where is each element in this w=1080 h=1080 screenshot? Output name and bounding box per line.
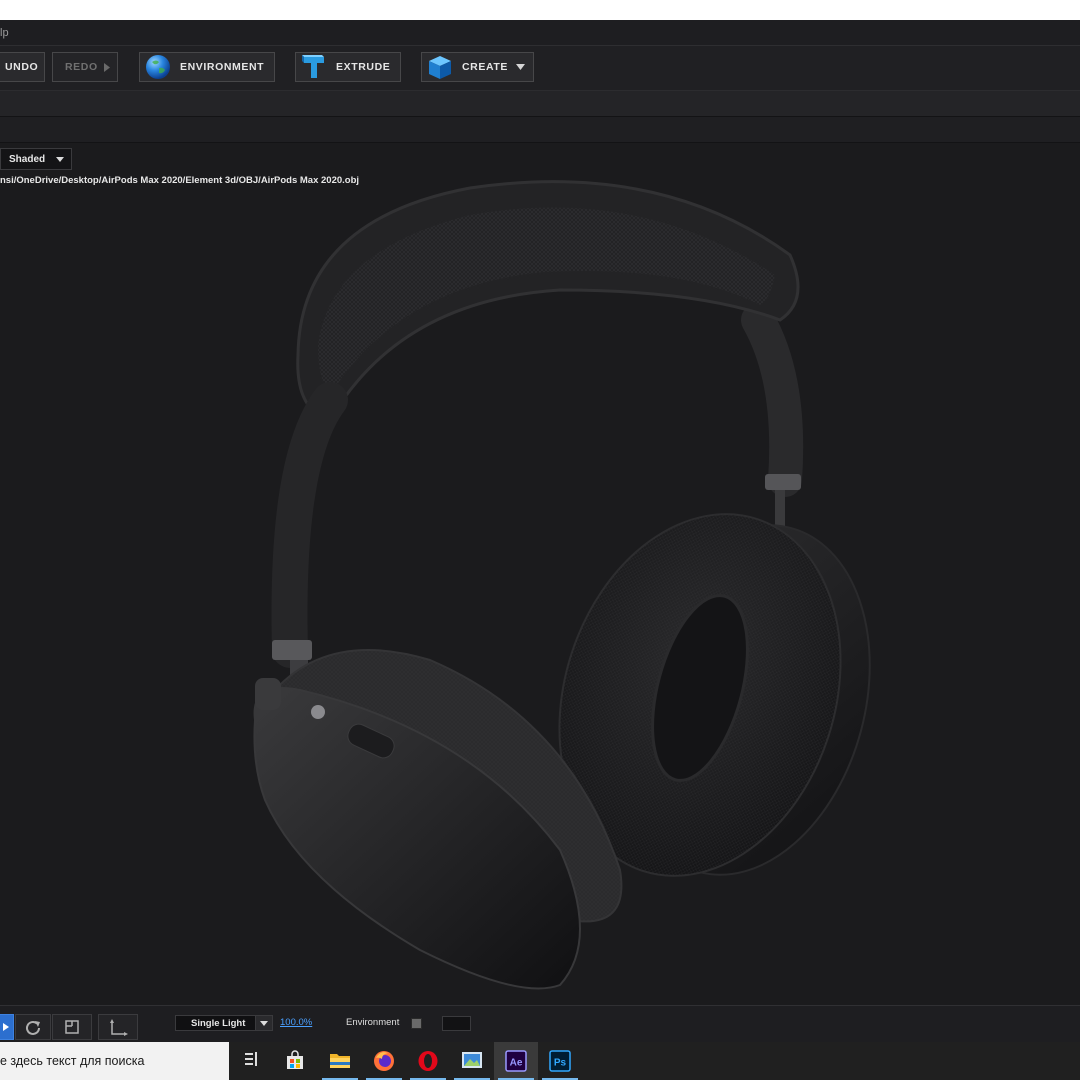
chevron-down-icon bbox=[56, 157, 64, 162]
rotate-tool-button[interactable] bbox=[15, 1014, 51, 1040]
ps-label: Ps bbox=[554, 1058, 567, 1069]
photoshop-taskbar-button[interactable]: Ps bbox=[538, 1042, 582, 1080]
menu-bar: lp bbox=[0, 20, 1080, 46]
extrude-label: EXTRUDE bbox=[336, 61, 391, 73]
move-arrow-icon bbox=[3, 1023, 9, 1031]
taskbar-search-box[interactable]: е здесь текст для поиска bbox=[0, 1042, 229, 1080]
main-toolbar: UNDO REDO ENVIRONMENT EXTRUDE CREATE bbox=[0, 46, 1080, 91]
windows-taskbar: е здесь текст для поиска Ae Ps bbox=[0, 1042, 1080, 1080]
render-mode-label: Shaded bbox=[9, 153, 46, 165]
cube-icon bbox=[429, 56, 451, 79]
axis-tool-button[interactable] bbox=[98, 1014, 138, 1040]
photoshop-icon: Ps bbox=[549, 1050, 571, 1072]
opera-icon bbox=[418, 1051, 438, 1071]
task-view-icon bbox=[245, 1052, 257, 1066]
render-mode-dropdown[interactable]: Shaded bbox=[0, 148, 72, 170]
light-mode-dropdown[interactable]: Single Light bbox=[175, 1015, 273, 1031]
environment-button[interactable]: ENVIRONMENT bbox=[139, 52, 275, 82]
globe-icon bbox=[146, 55, 170, 79]
create-button[interactable]: CREATE bbox=[421, 52, 534, 82]
after-effects-taskbar-button[interactable]: Ae bbox=[494, 1042, 538, 1080]
photos-icon bbox=[462, 1052, 482, 1068]
firefox-taskbar-button[interactable] bbox=[362, 1042, 406, 1080]
light-mode-label: Single Light bbox=[191, 1018, 246, 1029]
frame-icon bbox=[65, 1020, 79, 1034]
store-icon bbox=[287, 1050, 303, 1069]
frame-tool-button[interactable] bbox=[52, 1014, 92, 1040]
headphones-model-render bbox=[253, 180, 871, 990]
chevron-down-icon bbox=[516, 64, 525, 70]
environment-checkbox[interactable] bbox=[411, 1018, 422, 1029]
model-file-path: nsi/OneDrive/Desktop/AirPods Max 2020/El… bbox=[0, 175, 360, 186]
extrude-button[interactable]: EXTRUDE bbox=[295, 52, 401, 82]
axis-icon bbox=[110, 1019, 128, 1036]
panel-strip-top bbox=[0, 91, 1080, 117]
move-tool-button[interactable] bbox=[0, 1014, 14, 1040]
redo-label: REDO bbox=[65, 61, 98, 73]
undo-label: UNDO bbox=[5, 61, 39, 73]
photos-taskbar-button[interactable] bbox=[450, 1042, 494, 1080]
firefox-icon bbox=[374, 1051, 394, 1071]
after-effects-icon: Ae bbox=[505, 1050, 527, 1072]
create-label: CREATE bbox=[462, 61, 508, 73]
redo-arrow-icon bbox=[103, 62, 110, 72]
viewport-bottom-bar: Single Light 100.0% Environment bbox=[0, 1005, 1080, 1042]
file-explorer-taskbar-button[interactable] bbox=[318, 1042, 362, 1080]
task-view-button[interactable] bbox=[229, 1042, 273, 1080]
environment-color-swatch[interactable] bbox=[442, 1016, 471, 1031]
rotate-icon bbox=[26, 1020, 40, 1035]
environment-label: ENVIRONMENT bbox=[180, 61, 265, 73]
folder-icon bbox=[330, 1054, 350, 1068]
store-taskbar-button[interactable] bbox=[273, 1042, 317, 1080]
ae-label: Ae bbox=[510, 1058, 523, 1069]
undo-button[interactable]: UNDO bbox=[0, 52, 45, 82]
extrude-t-icon bbox=[302, 55, 324, 78]
opera-taskbar-button[interactable] bbox=[406, 1042, 450, 1080]
panel-strip-second bbox=[0, 117, 1080, 143]
chevron-down-icon bbox=[255, 1016, 272, 1030]
search-placeholder: е здесь текст для поиска bbox=[0, 1054, 145, 1068]
3d-viewport[interactable]: Shaded nsi/OneDrive/Desktop/AirPods Max … bbox=[0, 143, 1080, 1005]
element3d-window: lp UNDO REDO ENVIRONMENT EXTRUDE CREATE … bbox=[0, 20, 1080, 1042]
zoom-level-link[interactable]: 100.0% bbox=[280, 1017, 312, 1028]
menu-help-partial[interactable]: lp bbox=[0, 27, 9, 39]
redo-button[interactable]: REDO bbox=[52, 52, 118, 82]
environment-toggle-label: Environment bbox=[346, 1017, 400, 1028]
